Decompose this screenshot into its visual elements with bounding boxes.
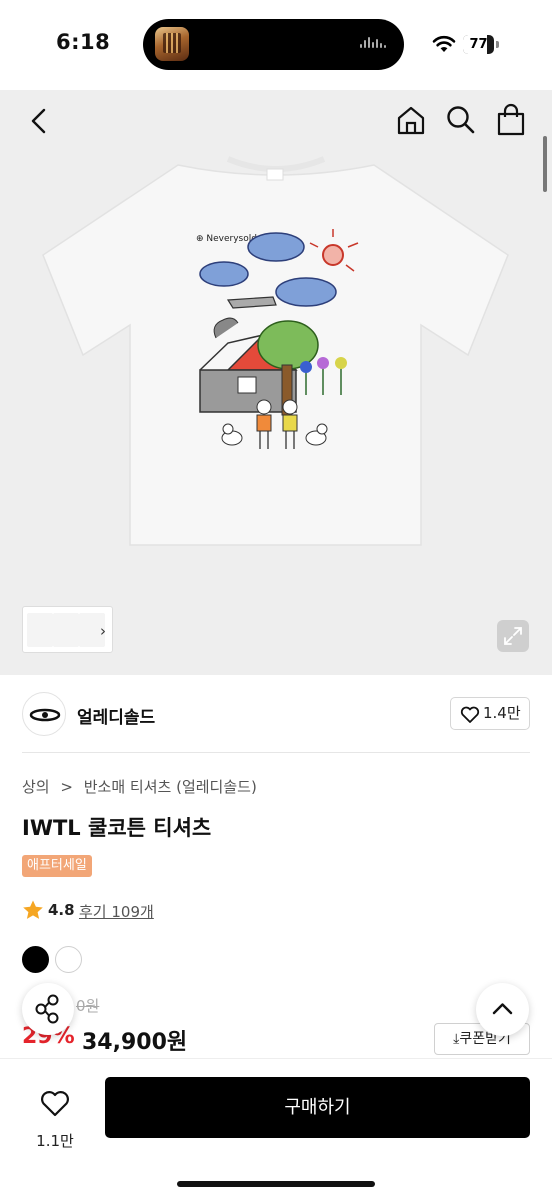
- thumbnail-image[interactable]: [27, 613, 53, 647]
- divider: [22, 752, 530, 753]
- status-time: 6:18: [56, 30, 111, 54]
- product-image: ⊕ Neverysold: [42, 156, 509, 546]
- back-button[interactable]: [26, 106, 52, 140]
- search-button[interactable]: [445, 104, 477, 140]
- color-swatch-white[interactable]: [55, 946, 82, 973]
- scroll-top-button[interactable]: [476, 983, 529, 1036]
- search-icon: [447, 106, 475, 134]
- product-like-button[interactable]: 1.1만: [30, 1079, 80, 1150]
- product-like-count: 1.1만: [36, 1132, 74, 1150]
- fullscreen-button[interactable]: [497, 620, 529, 652]
- brand-like-button[interactable]: 1.4만: [450, 697, 530, 730]
- sale-price: 34,900원: [82, 1030, 188, 1055]
- battery-cap: [496, 41, 499, 48]
- share-icon: [35, 994, 59, 1024]
- cart-button[interactable]: [495, 103, 527, 141]
- svg-text:⊕ Neverysold: ⊕ Neverysold: [196, 234, 257, 244]
- share-button[interactable]: [22, 983, 74, 1035]
- breadcrumb-separator: >: [60, 778, 73, 796]
- original-price: 0원: [76, 997, 100, 1015]
- image-thumbnails[interactable]: ›: [22, 606, 113, 653]
- chevron-left-icon: [31, 108, 46, 134]
- home-button[interactable]: [395, 104, 427, 140]
- shopping-bag-icon: [497, 103, 525, 136]
- breadcrumb-category[interactable]: 상의: [22, 778, 50, 796]
- status-bar: 6:18 77: [0, 0, 552, 90]
- sale-badge: 애프터세일: [22, 855, 92, 877]
- product-image-gallery[interactable]: ⊕ Neverysold: [0, 90, 552, 675]
- home-indicator[interactable]: [177, 1181, 375, 1187]
- scroll-indicator[interactable]: [543, 136, 547, 192]
- heart-icon: [41, 1091, 69, 1117]
- star-icon: [23, 900, 43, 919]
- review-count-link[interactable]: 후기 109개: [79, 901, 154, 922]
- breadcrumb-subcategory[interactable]: 반소매 티셔츠 (얼레디솔드): [84, 778, 257, 796]
- brand-logo-mark: [29, 708, 61, 722]
- color-swatch-black[interactable]: [22, 946, 49, 973]
- chevron-up-icon: [492, 1003, 513, 1015]
- heart-icon: [460, 706, 480, 723]
- rating-score: 4.8: [48, 901, 75, 919]
- brand-logo[interactable]: [22, 692, 66, 736]
- home-icon: [397, 106, 425, 135]
- bottom-action-bar: 1.1만 구매하기: [0, 1058, 552, 1200]
- battery-icon: 77: [463, 35, 494, 54]
- battery-level: 77: [469, 37, 488, 52]
- brand-name[interactable]: 얼레디솔드: [77, 703, 155, 728]
- thumbnail-image[interactable]: [53, 613, 79, 647]
- expand-icon: [504, 627, 522, 645]
- audio-wave-icon: [360, 37, 388, 51]
- brand-row[interactable]: 얼레디솔드 1.4만: [22, 692, 530, 736]
- wifi-icon: [432, 35, 456, 52]
- breadcrumb: 상의 > 반소매 티셔츠 (얼레디솔드): [22, 776, 263, 797]
- buy-button[interactable]: 구매하기: [105, 1077, 530, 1138]
- dynamic-island[interactable]: [143, 19, 404, 70]
- product-title: IWTL 쿨코튼 티셔츠: [22, 816, 212, 840]
- brand-like-count: 1.4만: [483, 704, 521, 722]
- chevron-right-icon: ›: [100, 622, 106, 640]
- now-playing-artwork: [155, 27, 189, 61]
